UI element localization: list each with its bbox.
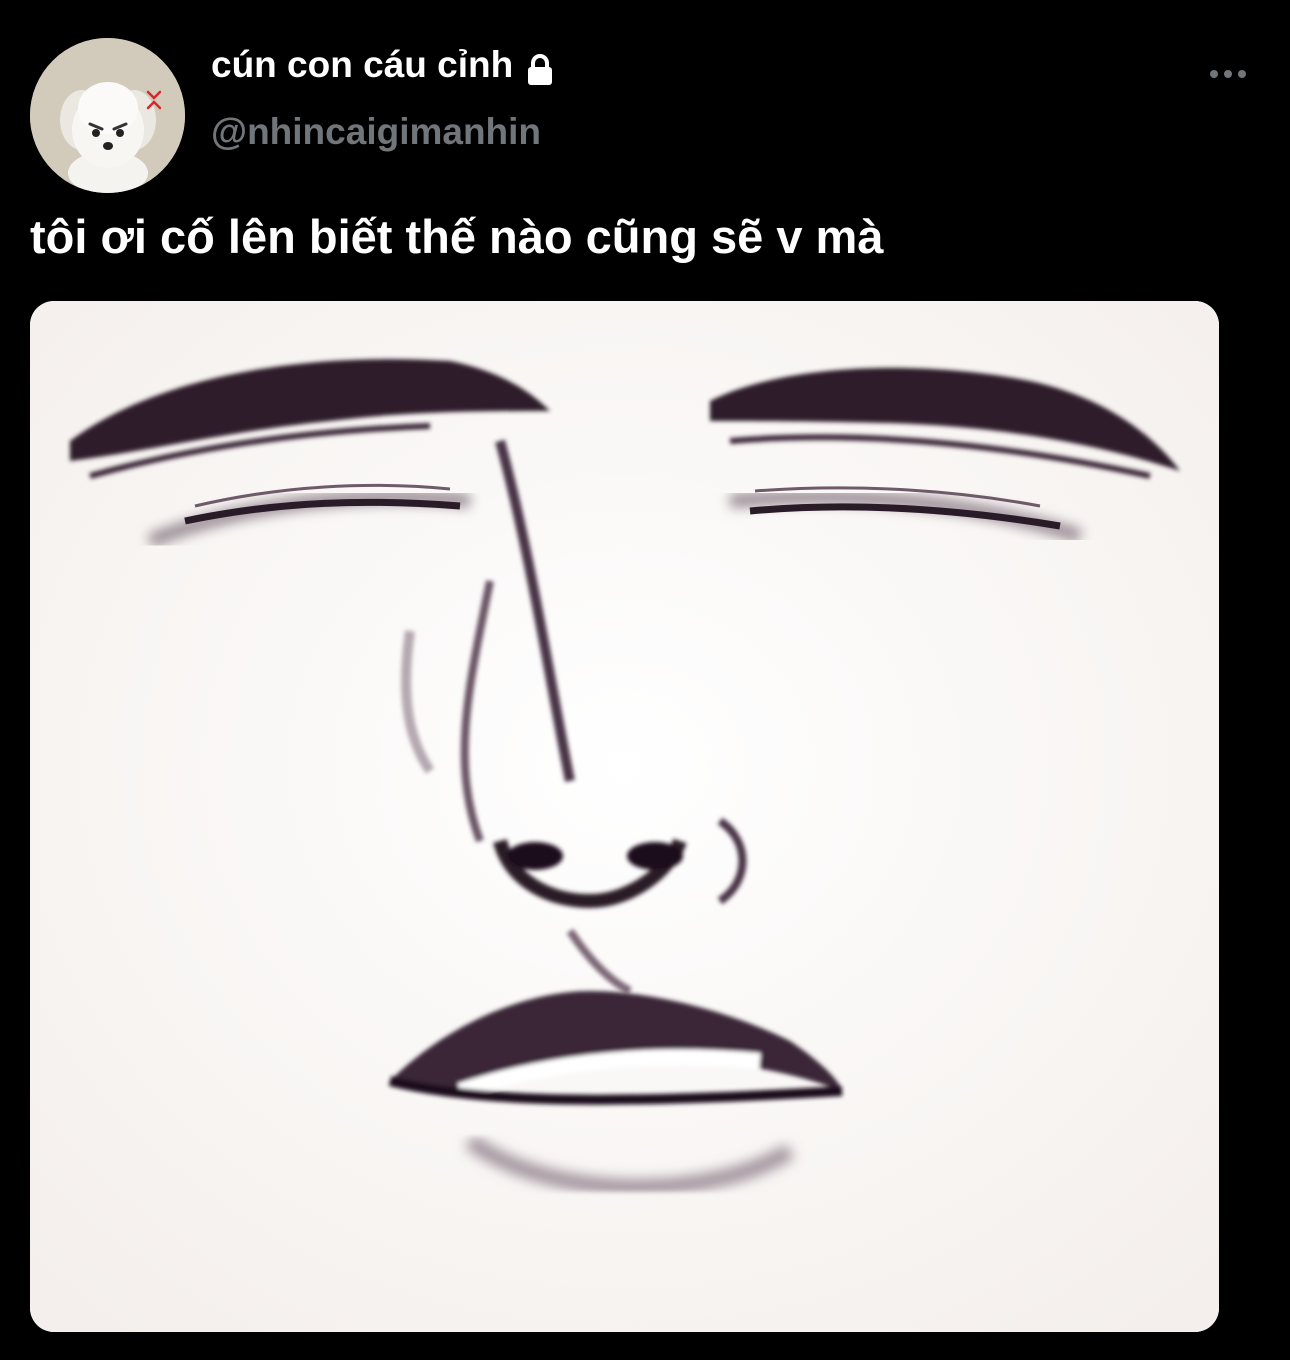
- user-handle[interactable]: @nhincaigimanhin: [211, 105, 541, 159]
- tweet-text: tôi ơi cố lên biết thế nào cũng sẽ v mà: [30, 210, 884, 263]
- display-name-text: cún con cáu cỉnh: [211, 44, 514, 85]
- avatar[interactable]: [30, 38, 185, 193]
- sketched-face-image: [30, 301, 1219, 1332]
- tweet-media[interactable]: [30, 301, 1219, 1332]
- more-dots-icon[interactable]: [1203, 55, 1253, 93]
- white-puppy-avatar-icon: [30, 38, 185, 193]
- display-name[interactable]: cún con cáu cỉnh: [211, 38, 555, 92]
- lock-icon: [525, 48, 555, 85]
